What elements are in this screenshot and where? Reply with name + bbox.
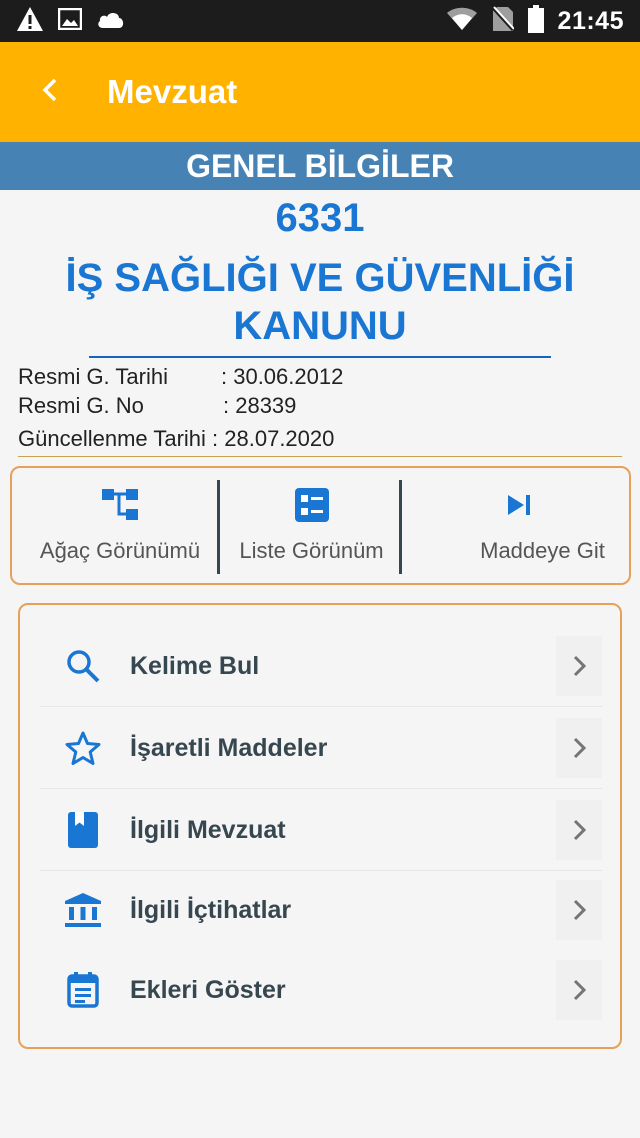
- battery-icon: [527, 4, 544, 38]
- law-number: 6331: [275, 196, 365, 240]
- tree-view-button[interactable]: Ağaç Görünümü: [20, 468, 220, 583]
- info-divider: [18, 456, 622, 457]
- view-divider: [399, 480, 402, 574]
- star-icon: [40, 731, 126, 765]
- menu-item-related-legislation[interactable]: İlgili Mevzuat: [40, 789, 602, 871]
- status-bar: 21:45: [0, 0, 640, 42]
- tree-view-label: Ağaç Görünümü: [39, 538, 201, 563]
- no-sim-icon: [491, 5, 515, 37]
- wifi-icon: [446, 7, 478, 36]
- go-to-article-label: Maddeye Git: [480, 538, 605, 563]
- book-icon: [40, 812, 126, 848]
- menu-item-label: İlgili İçtihatlar: [130, 895, 292, 924]
- image-icon: [57, 7, 83, 35]
- tree-view-icon: [102, 488, 138, 522]
- section-header: GENEL BİLGİLER: [0, 142, 640, 190]
- list-view-button[interactable]: Liste Görünüm: [224, 468, 399, 583]
- chevron-right-icon: [556, 800, 602, 860]
- info-label: Resmi G. Tarihi: [18, 364, 168, 389]
- chevron-left-icon: [40, 77, 60, 108]
- institution-icon: [40, 892, 126, 928]
- cloud-icon: [96, 9, 126, 34]
- back-button[interactable]: [0, 42, 100, 142]
- menu-item-label: İlgili Mevzuat: [130, 815, 286, 844]
- chevron-right-icon: [556, 960, 602, 1020]
- info-row-updated-date: Güncellenme Tarihi : 28.07.2020: [18, 426, 334, 452]
- skip-next-icon: [506, 488, 532, 522]
- menu-item-show-attachments[interactable]: Ekleri Göster: [40, 949, 602, 1031]
- info-value: : 28.07.2020: [205, 426, 335, 451]
- info-label: Resmi G. No: [18, 393, 144, 418]
- info-value: : 28339: [223, 393, 297, 418]
- chevron-right-icon: [556, 718, 602, 778]
- go-to-article-button[interactable]: Maddeye Git: [406, 468, 631, 583]
- chevron-right-icon: [556, 880, 602, 940]
- app-title: Mevzuat: [107, 73, 238, 110]
- info-row-gazette-date: Resmi G. Tarihi : 30.06.2012: [18, 364, 343, 390]
- list-view-label: Liste Görünüm: [239, 538, 384, 563]
- menu-item-label: İşaretli Maddeler: [130, 733, 328, 762]
- info-row-gazette-no: Resmi G. No : 28339: [18, 393, 296, 419]
- menu-item-label: Kelime Bul: [130, 651, 260, 680]
- calendar-note-icon: [40, 972, 126, 1008]
- law-title: İŞ SAĞLIĞI VE GÜVENLİĞİ KANUNU: [65, 256, 575, 348]
- menu-item-marked-articles[interactable]: İşaretli Maddeler: [40, 707, 602, 789]
- menu-item-find-word[interactable]: Kelime Bul: [40, 625, 602, 707]
- view-options-card: Ağaç Görünümü Liste Görünüm Maddeye Git: [10, 466, 631, 585]
- app-bar: Mevzuat: [0, 42, 640, 142]
- chevron-right-icon: [556, 636, 602, 696]
- menu-card: Kelime Bul İşaretli Maddeler İlgili Mevz…: [18, 603, 622, 1049]
- search-icon: [40, 649, 126, 683]
- menu-item-label: Ekleri Göster: [130, 975, 286, 1004]
- menu-item-related-case-law[interactable]: İlgili İçtihatlar: [40, 869, 602, 951]
- info-label: Güncellenme Tarihi: [18, 426, 206, 451]
- status-time: 21:45: [557, 6, 624, 35]
- title-divider: [89, 356, 551, 358]
- info-value: : 30.06.2012: [221, 364, 344, 389]
- warning-icon: [16, 6, 44, 37]
- list-view-icon: [294, 488, 329, 522]
- view-divider: [217, 480, 220, 574]
